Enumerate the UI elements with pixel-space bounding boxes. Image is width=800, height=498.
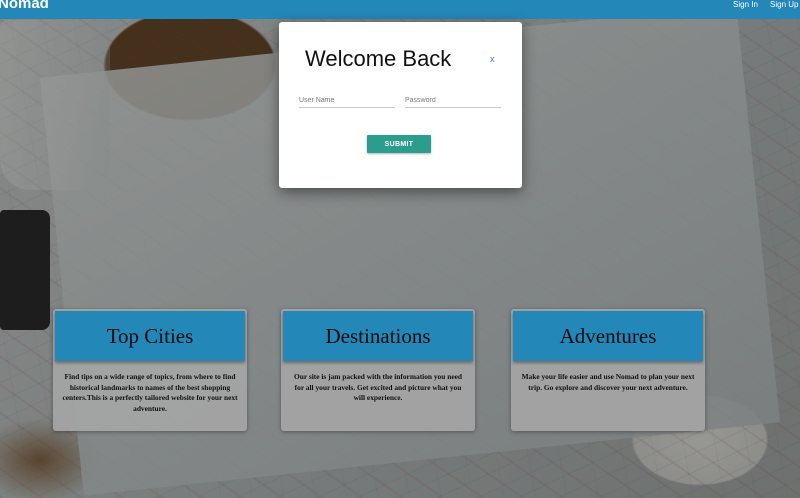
sign-up-link[interactable]: Sign Up: [770, 0, 798, 10]
sign-in-link[interactable]: Sign In: [733, 0, 758, 10]
card-header: Adventures: [513, 311, 703, 361]
close-button[interactable]: x: [490, 54, 495, 64]
brand-logo[interactable]: Nomad: [0, 0, 49, 13]
card-title: Destinations: [325, 323, 431, 348]
card-destinations: Destinations Our site is jam packed with…: [281, 309, 475, 431]
card-description: Our site is jam packed with the informat…: [293, 372, 462, 402]
top-navbar: Nomad Sign In Sign Up: [0, 0, 800, 19]
submit-button[interactable]: SUBMIT: [367, 135, 431, 153]
card-top-cities: Top Cities Find tips on a wide range of …: [53, 309, 247, 431]
modal-title: Welcome Back: [305, 46, 452, 71]
card-adventures: Adventures Make your life easier and use…: [511, 309, 705, 431]
card-header: Destinations: [283, 311, 473, 361]
username-field[interactable]: [299, 94, 395, 108]
card-title: Top Cities: [106, 323, 194, 348]
card-description: Make your life easier and use Nomad to p…: [521, 372, 695, 392]
login-modal: Welcome Back x SUBMIT: [279, 22, 522, 188]
card-header: Top Cities: [55, 311, 245, 361]
card-description: Find tips on a wide range of topics, fro…: [62, 372, 238, 413]
password-field[interactable]: [405, 94, 501, 108]
card-title: Adventures: [559, 323, 657, 348]
